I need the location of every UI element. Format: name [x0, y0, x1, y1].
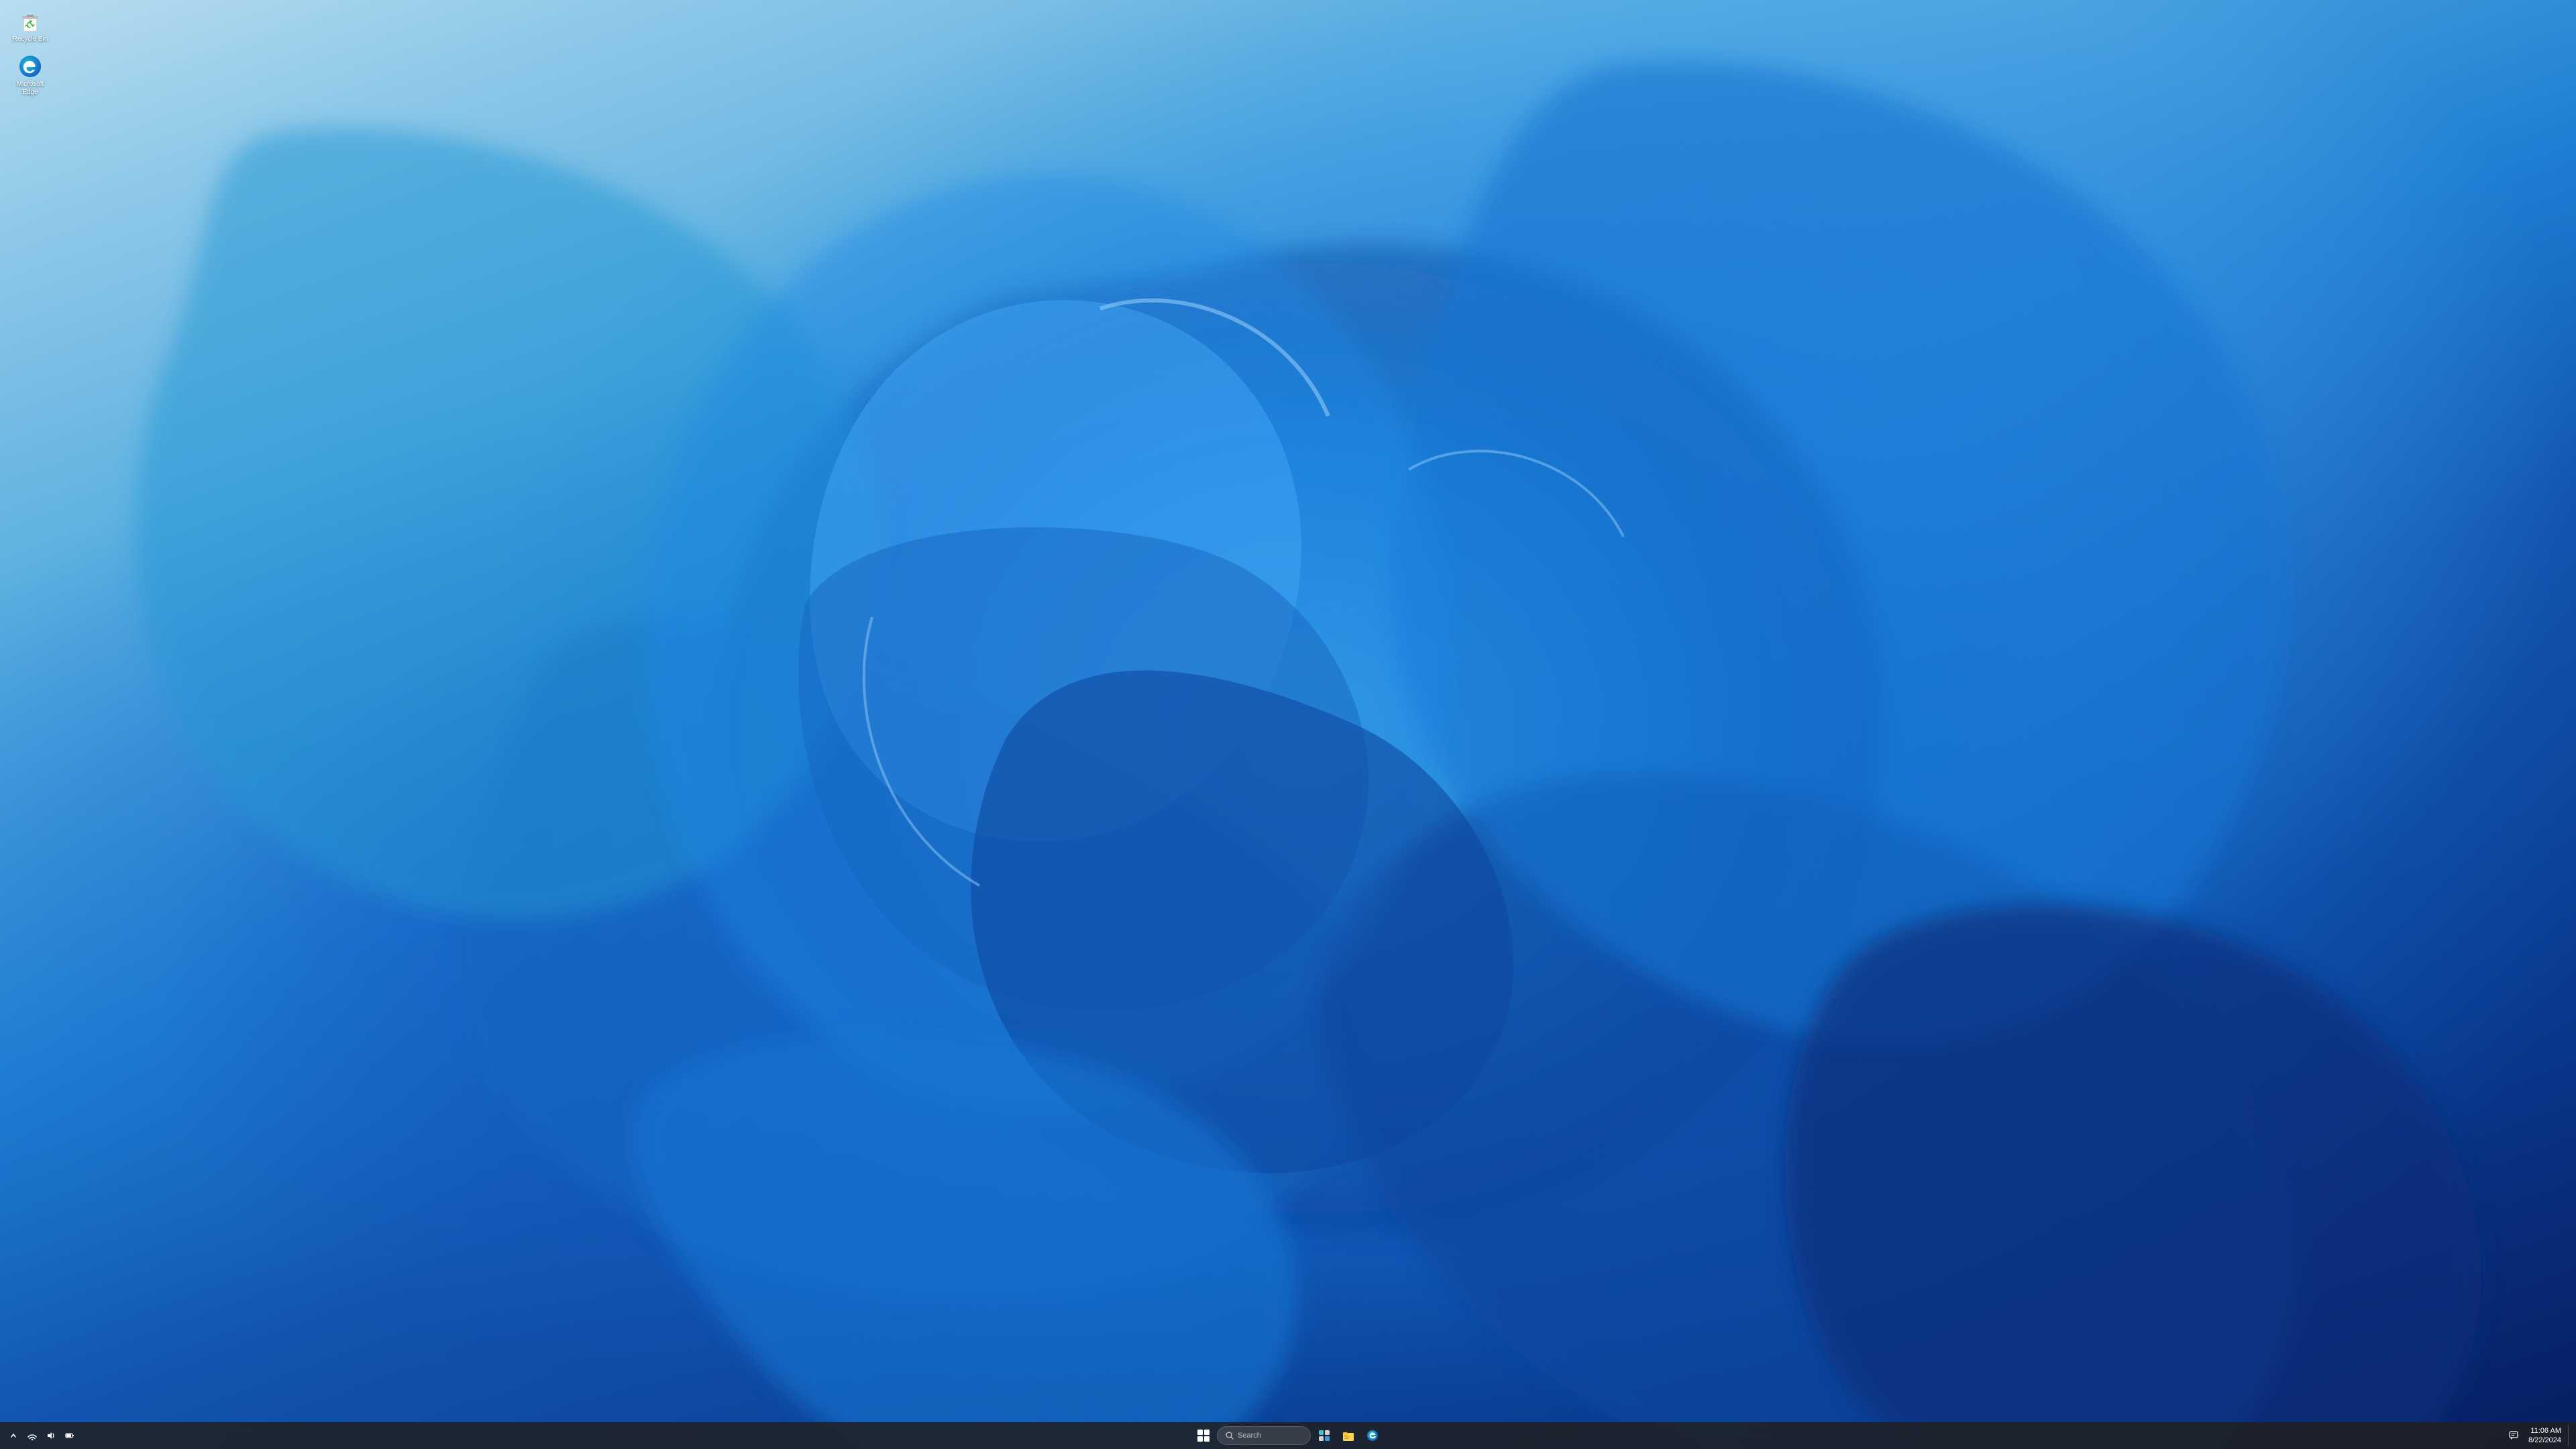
clock-date: 8/22/2024	[2528, 1436, 2561, 1445]
logo-piece-1	[1197, 1430, 1203, 1435]
edge-taskbar-button[interactable]	[1362, 1425, 1383, 1446]
recycle-bin-label: Recycle Bin	[13, 36, 48, 44]
widgets-button[interactable]	[1313, 1425, 1335, 1446]
taskbar-left	[5, 1428, 1193, 1444]
widgets-icon	[1318, 1430, 1330, 1442]
taskbar: Search	[0, 1422, 2576, 1449]
start-button[interactable]	[1193, 1425, 1214, 1446]
search-bar[interactable]: Search	[1217, 1426, 1311, 1445]
clock-time: 11:06 AM	[2530, 1426, 2561, 1436]
edge-label: Microsoft Edge	[9, 80, 51, 97]
chevron-up-button[interactable]	[5, 1428, 21, 1444]
edge-image	[18, 54, 42, 78]
battery-icon[interactable]	[62, 1428, 78, 1444]
edge-taskbar-icon	[1366, 1430, 1379, 1442]
windows-logo	[1197, 1430, 1210, 1442]
network-icon[interactable]	[24, 1428, 40, 1444]
edge-icon[interactable]: Microsoft Edge	[7, 52, 54, 99]
search-icon-taskbar	[1226, 1432, 1234, 1440]
taskbar-right: 11:06 AM 8/22/2024	[1383, 1425, 2571, 1447]
volume-icon[interactable]	[43, 1428, 59, 1444]
file-explorer-button[interactable]	[1338, 1425, 1359, 1446]
recycle-bin-image	[18, 9, 42, 34]
recycle-bin-icon[interactable]: Recycle Bin	[7, 7, 54, 46]
desktop: Recycle Bin	[0, 0, 2576, 1449]
taskbar-center: Search	[1193, 1425, 1383, 1446]
logo-piece-2	[1204, 1430, 1210, 1435]
wallpaper-bloom-svg	[0, 0, 2576, 1449]
show-desktop-button[interactable]	[2568, 1425, 2571, 1446]
search-label: Search	[1238, 1432, 1261, 1440]
notifications-icon[interactable]	[2506, 1428, 2522, 1444]
desktop-icons: Recycle Bin	[7, 7, 54, 99]
logo-piece-4	[1204, 1436, 1210, 1442]
file-explorer-icon	[1342, 1430, 1354, 1442]
logo-piece-3	[1197, 1436, 1203, 1442]
clock[interactable]: 11:06 AM 8/22/2024	[2526, 1425, 2564, 1447]
chat-icon	[2509, 1431, 2518, 1440]
